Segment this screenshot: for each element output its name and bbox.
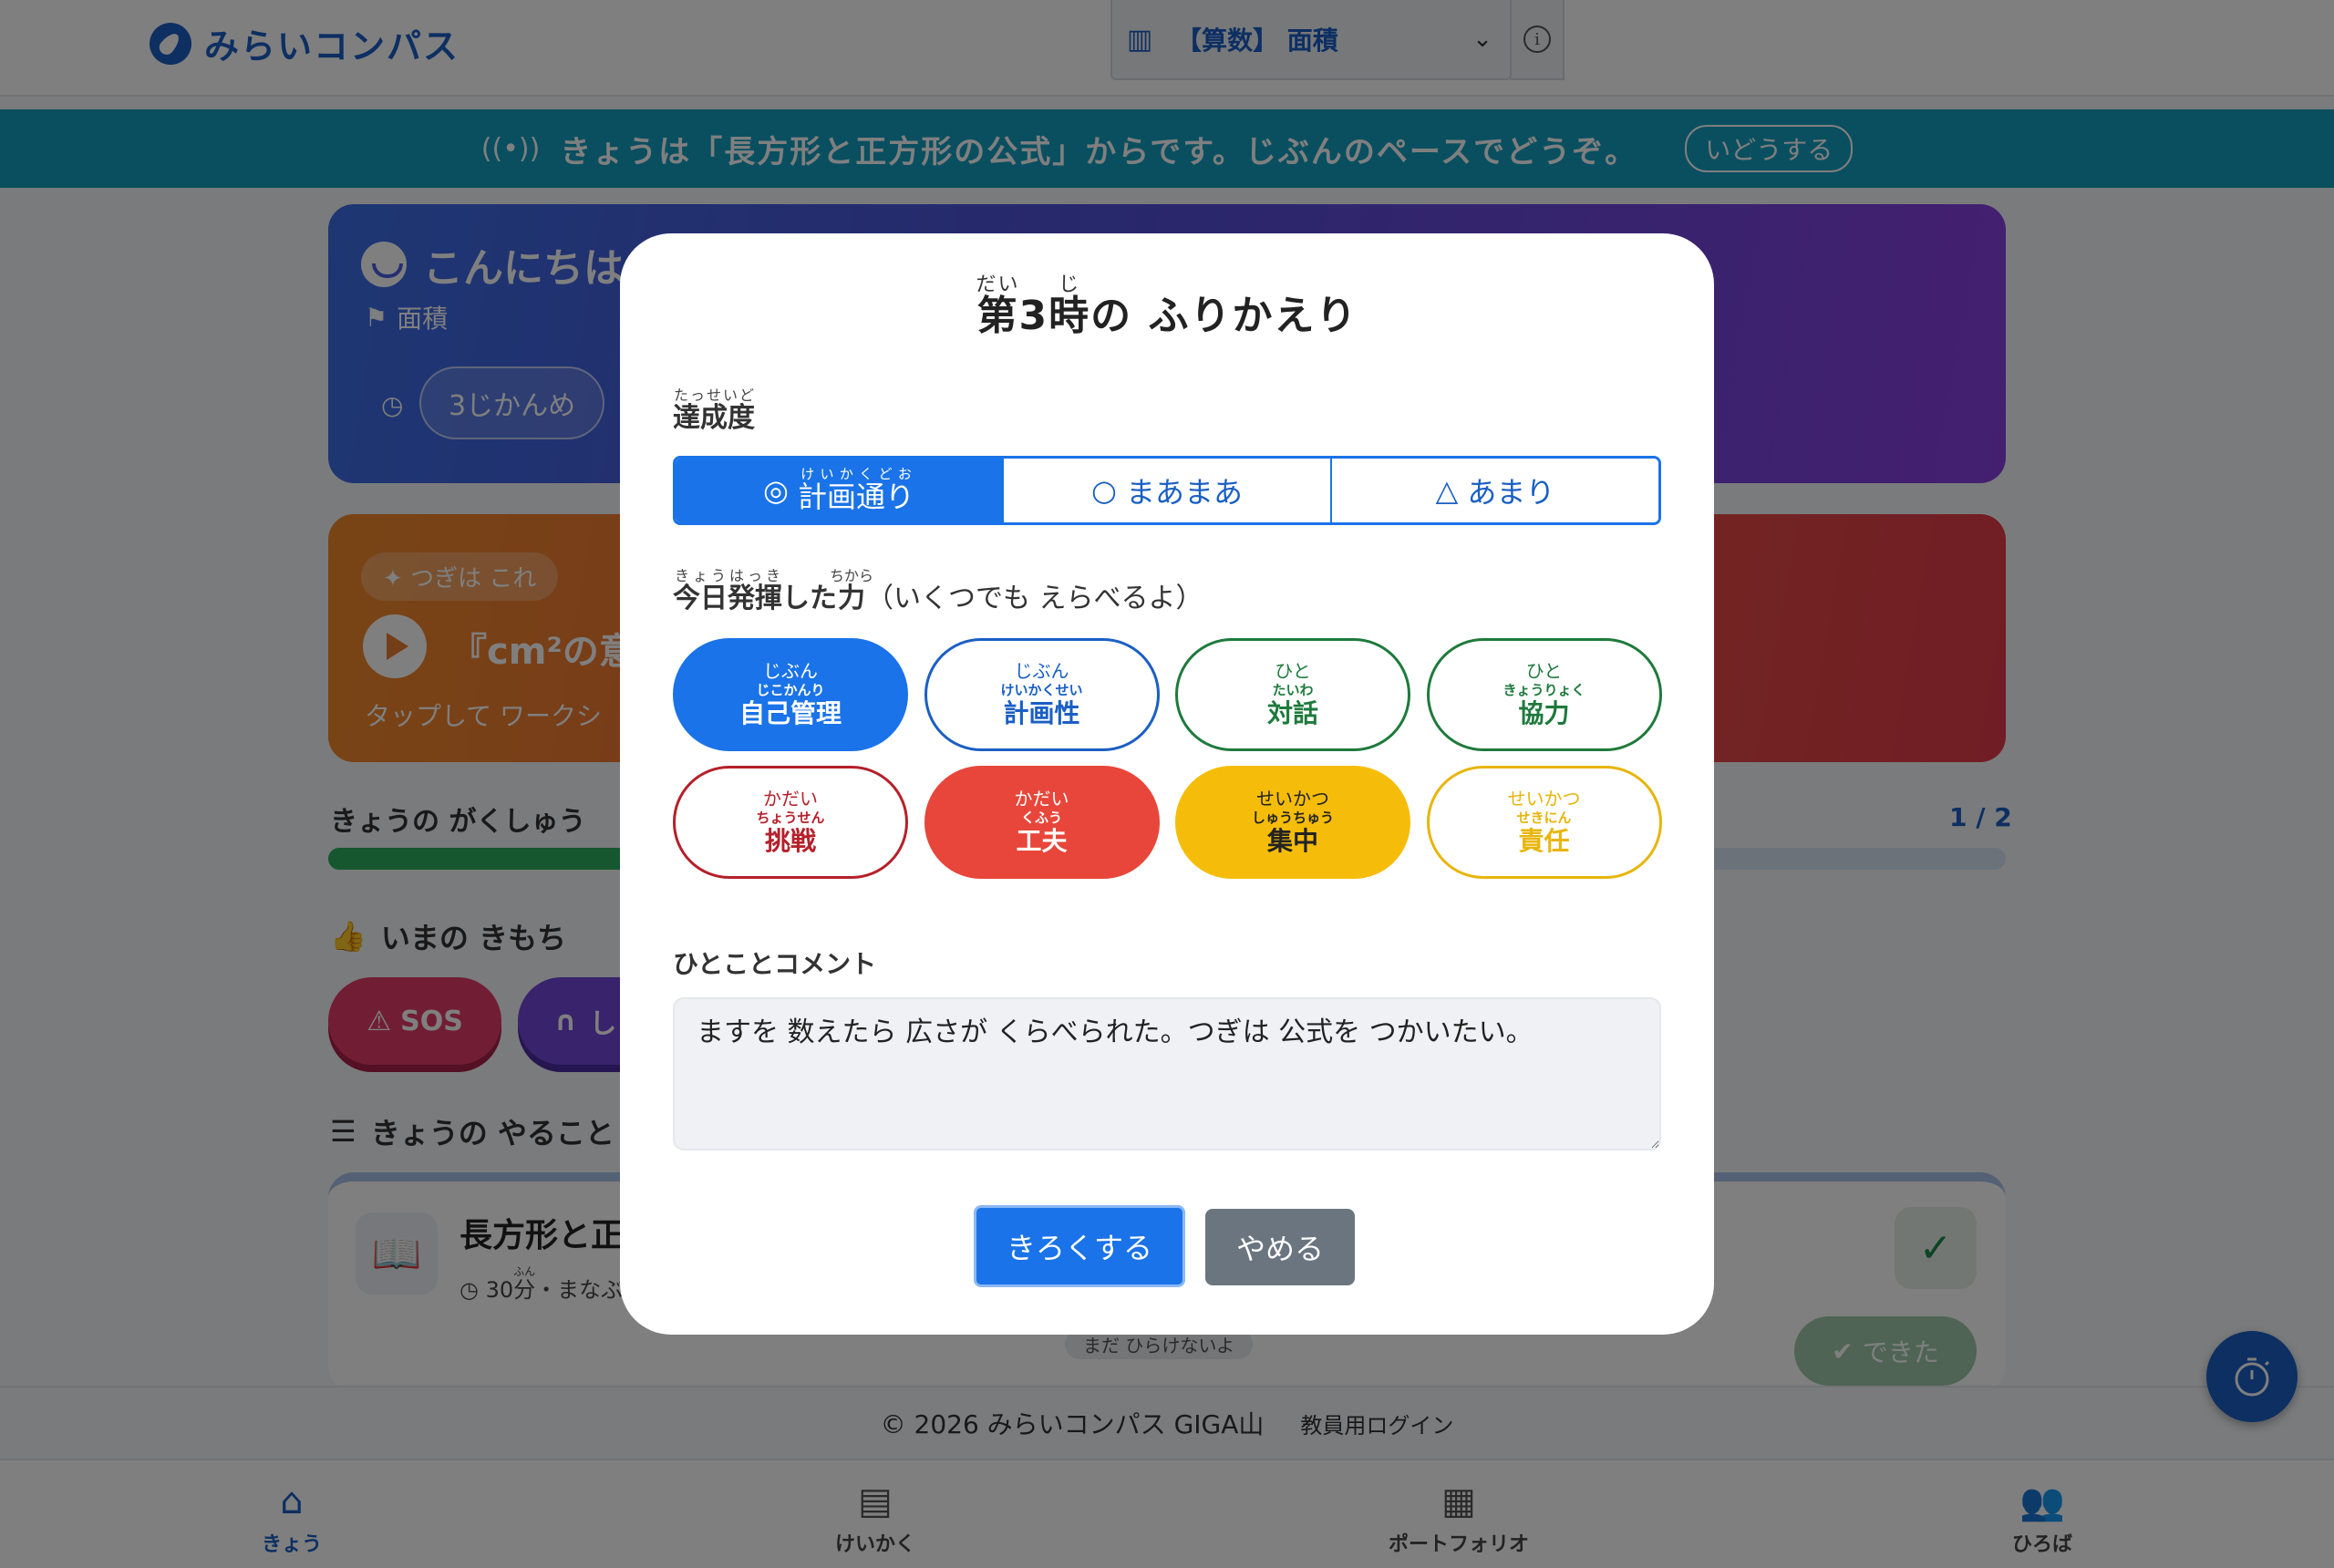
title-dai-ruby: だい [976, 273, 1020, 296]
skill-name: 集中 [1266, 826, 1318, 856]
achievement-option-planned-ruby: けいかくどお [798, 465, 915, 482]
comment-textarea[interactable] [673, 997, 1661, 1150]
skill-pill-self-management[interactable]: じぶん じこかんり 自己管理 [673, 638, 908, 751]
skill-name: 計画性 [1003, 698, 1080, 728]
title-dai: 第 [976, 293, 1020, 339]
achievement-selector: ◎ 計画通りけいかくどお ○ まあまあ △ あまり [673, 456, 1661, 525]
cancel-button[interactable]: やめる [1205, 1209, 1355, 1285]
title-rest: の ふりかえり [1090, 293, 1358, 339]
skill-name: 責任 [1518, 826, 1570, 856]
title-ji-ruby: じ [1048, 273, 1091, 296]
skill-ruby: たいわ [1272, 682, 1314, 698]
skills-label-shita: した [782, 583, 837, 614]
skill-name: 挑戦 [764, 826, 816, 856]
skill-pill-cooperation[interactable]: ひと きょうりょく 協力 [1426, 638, 1662, 751]
skill-pill-responsibility[interactable]: せいかつ せきにん 責任 [1426, 766, 1662, 879]
title-ji: 時 [1048, 293, 1091, 339]
skill-category: ひと [1275, 660, 1311, 682]
reflection-dialog: 第だい3時じの ふりかえり 達成度たっせいど ◎ 計画通りけいかくどお ○ まあ… [620, 233, 1714, 1335]
skill-ruby: けいかくせい [1000, 682, 1083, 698]
skill-name: 工夫 [1016, 826, 1068, 856]
skill-ruby: じこかんり [756, 682, 825, 698]
skill-category: せいかつ [1507, 788, 1581, 810]
skill-category: かだい [763, 788, 818, 810]
comment-label: ひとことコメント [673, 949, 877, 979]
skills-label-note: （いくつでも えらべるよ） [866, 583, 1203, 614]
skills-label-today-ruby: きょう [673, 567, 728, 584]
skill-pill-ingenuity[interactable]: かだい くふう 工夫 [924, 766, 1160, 879]
achievement-option-not-much[interactable]: △ あまり [1330, 459, 1658, 522]
skill-name: 自己管理 [738, 698, 842, 728]
skill-ruby: くふう [1020, 810, 1062, 826]
skill-pill-challenge[interactable]: かだい ちょうせん 挑戦 [673, 766, 908, 879]
skill-category: じぶん [1014, 660, 1069, 682]
skill-category: せいかつ [1256, 788, 1329, 810]
title-number: 3 [1018, 293, 1049, 339]
skill-pill-focus[interactable]: せいかつ しゅうちゅう 集中 [1175, 766, 1410, 879]
triangle-icon: △ [1435, 473, 1459, 508]
skills-label-today: 今日 [673, 583, 728, 614]
skill-ruby: せきにん [1516, 810, 1572, 826]
skill-ruby: ちょうせん [756, 810, 825, 826]
achievement-label-ruby: たっせいど [673, 387, 755, 404]
circle-icon: ○ [1090, 473, 1117, 508]
skill-ruby: しゅうちゅう [1251, 810, 1334, 826]
skills-label-hakki-ruby: はっき [728, 567, 782, 584]
skill-category: かだい [1014, 788, 1069, 810]
skill-pill-planning[interactable]: じぶん けいかくせい 計画性 [924, 638, 1160, 751]
skill-ruby: きょうりょく [1503, 682, 1585, 698]
dialog-title: 第だい3時じの ふりかえり [620, 273, 1714, 341]
skill-name: 対話 [1266, 698, 1318, 728]
save-button[interactable]: きろくする [974, 1205, 1185, 1287]
achievement-option-so-so[interactable]: ○ まあまあ [1002, 459, 1330, 522]
achievement-label-text: 達成度 [673, 402, 755, 434]
achievement-label: 達成度たっせいど [673, 387, 755, 435]
skill-pill-dialogue[interactable]: ひと たいわ 対話 [1175, 638, 1410, 751]
skills-label-hakki: 発揮 [728, 583, 782, 614]
skills-label: 今日きょう発揮はっきした力ちから（いくつでも えらべるよ） [673, 567, 1203, 615]
skill-name: 協力 [1518, 698, 1570, 728]
skill-category: ひと [1525, 660, 1563, 682]
double-circle-icon: ◎ [762, 473, 789, 508]
achievement-option-planned-label: 計画通り [798, 479, 915, 514]
skill-category: じぶん [763, 660, 818, 682]
skills-label-chikara-ruby: ちから [830, 567, 874, 584]
achievement-option-planned[interactable]: ◎ 計画通りけいかくどお [676, 459, 1002, 522]
achievement-option-so-so-label: まあまあ [1126, 475, 1244, 510]
achievement-option-not-much-label: あまり [1467, 475, 1555, 510]
